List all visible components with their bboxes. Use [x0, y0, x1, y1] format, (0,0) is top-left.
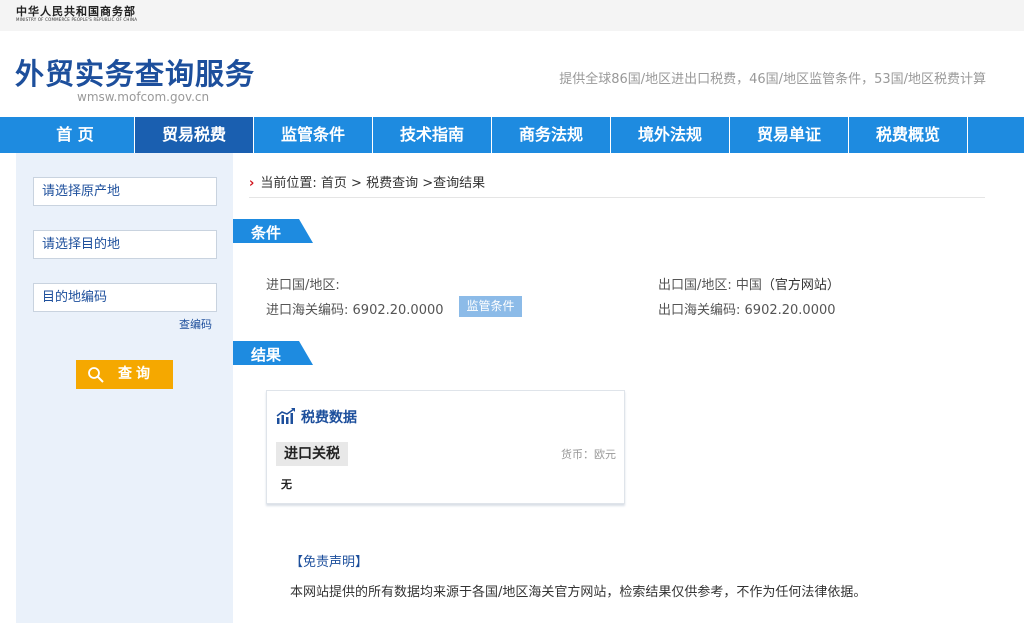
import-code-label: 进口海关编码:	[266, 303, 349, 318]
breadcrumb: › 当前位置: 首页 > 税费查询 >查询结果	[249, 172, 485, 191]
origin-select[interactable]: 请选择原产地	[33, 177, 217, 206]
divider	[249, 197, 985, 198]
search-icon	[88, 367, 104, 383]
main-content: › 当前位置: 首页 > 税费查询 >查询结果 条件 进口国/地区: 进口海关编码…	[233, 153, 1024, 623]
supervision-button[interactable]: 监管条件	[459, 296, 522, 317]
tax-card-title: 税费数据	[301, 410, 357, 426]
nav-item-foreign-law[interactable]: 境外法规	[611, 117, 730, 153]
site-url: wmsw.mofcom.gov.cn	[77, 90, 210, 104]
tax-data-card: 税费数据 进口关税 货币：欧元 无	[266, 390, 625, 504]
chart-trend-icon	[276, 408, 295, 424]
export-code-value: 6902.20.0000	[744, 303, 836, 318]
lookup-code-link[interactable]: 查编码	[179, 316, 212, 332]
currency-label: 货币：欧元	[561, 448, 616, 461]
breadcrumb-prefix: 当前位置:	[260, 176, 317, 191]
nav-item-supervision[interactable]: 监管条件	[254, 117, 373, 153]
export-code-label: 出口海关编码:	[658, 303, 741, 318]
ministry-name-en: MINISTRY OF COMMERCE PEOPLE'S REPUBLIC O…	[16, 17, 138, 22]
nav-item-trade-tax[interactable]: 贸易税费	[135, 117, 254, 153]
conditions-section-tag: 条件	[233, 219, 313, 243]
conditions-label: 条件	[251, 224, 282, 242]
nav-item-trade-docs[interactable]: 贸易单证	[730, 117, 849, 153]
official-site-link[interactable]: （官方网站）	[762, 278, 840, 293]
query-button[interactable]: 查询	[76, 360, 173, 389]
disclaimer-title: 【免责声明】	[290, 555, 369, 570]
breadcrumb-home[interactable]: 首页	[321, 176, 347, 191]
top-bar: 中华人民共和国商务部 MINISTRY OF COMMERCE PEOPLE'S…	[0, 0, 1024, 31]
destination-select[interactable]: 请选择目的地	[33, 230, 217, 259]
results-section-tag: 结果	[233, 341, 313, 365]
query-button-label: 查询	[118, 366, 154, 382]
tax-value: 无	[281, 478, 292, 491]
breadcrumb-sep: >	[351, 176, 362, 191]
export-country-label: 出口国/地区:	[658, 278, 732, 293]
results-label: 结果	[251, 346, 282, 364]
nav-item-tax-overview[interactable]: 税费概览	[849, 117, 968, 153]
tax-type-label: 进口关税	[276, 442, 348, 466]
disclaimer-text: 本网站提供的所有数据均来源于各国/地区海关官方网站，检索结果仅供参考，不作为任何…	[290, 585, 867, 600]
import-code-value: 6902.20.0000	[352, 303, 444, 318]
main-nav: 首 页 贸易税费 监管条件 技术指南 商务法规 境外法规 贸易单证 税费概览	[0, 117, 1024, 153]
nav-item-home[interactable]: 首 页	[16, 117, 135, 153]
chevron-right-icon: ›	[249, 176, 255, 191]
breadcrumb-tax-query[interactable]: 税费查询	[366, 176, 418, 191]
site-header: 外贸实务查询服务 wmsw.mofcom.gov.cn 提供全球86国/地区进出…	[0, 31, 1024, 117]
import-country: 进口国/地区:	[266, 274, 340, 293]
import-code: 进口海关编码: 6902.20.0000	[266, 299, 444, 318]
query-sidebar: 请选择原产地 请选择目的地 目的地编码 查编码 查询	[16, 153, 233, 623]
export-country-value: 中国	[735, 278, 762, 293]
breadcrumb-result: >查询结果	[422, 176, 486, 191]
nav-item-tech-guide[interactable]: 技术指南	[373, 117, 492, 153]
nav-item-commerce-law[interactable]: 商务法规	[492, 117, 611, 153]
export-code: 出口海关编码: 6902.20.0000	[658, 299, 836, 318]
export-country: 出口国/地区: 中国（官方网站）	[658, 274, 840, 293]
site-tagline: 提供全球86国/地区进出口税费，46国/地区监管条件，53国/地区税费计算	[559, 72, 986, 87]
site-title[interactable]: 外贸实务查询服务	[15, 51, 255, 93]
destination-code-input[interactable]: 目的地编码	[33, 283, 217, 312]
import-country-label: 进口国/地区:	[266, 278, 340, 293]
